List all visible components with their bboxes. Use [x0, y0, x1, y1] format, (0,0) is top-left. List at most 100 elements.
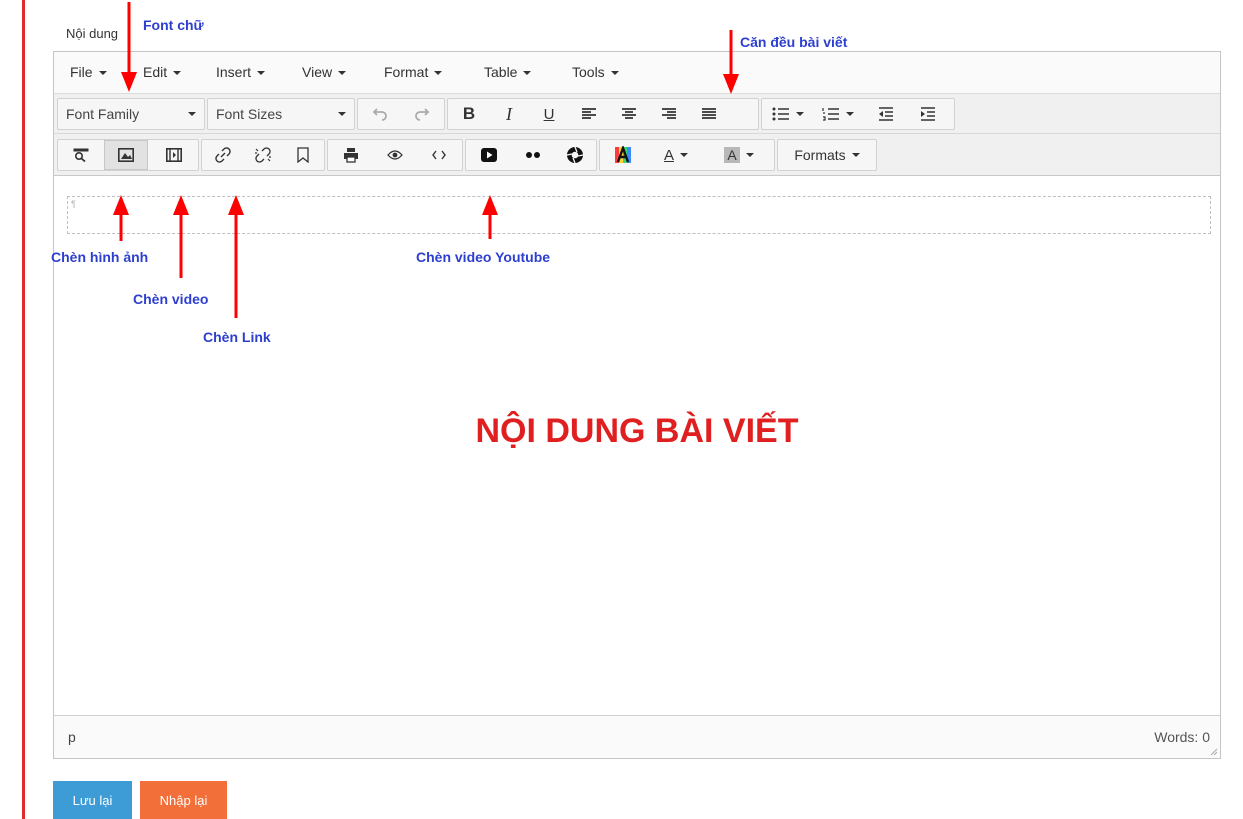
menu-tools[interactable]: Tools	[572, 64, 619, 80]
menu-table[interactable]: Table	[484, 64, 532, 80]
paragraph-mark-icon: ¶	[71, 199, 76, 209]
insert-youtube-button[interactable]	[468, 140, 510, 170]
remove-link-button[interactable]	[244, 140, 282, 170]
chevron-down-icon	[338, 112, 346, 116]
bullet-list-icon	[772, 107, 789, 121]
insert-link-button[interactable]	[204, 140, 242, 170]
align-justify-icon	[702, 108, 716, 119]
element-path[interactable]: p	[68, 729, 76, 745]
menu-file[interactable]: File	[70, 64, 107, 80]
chevron-down-icon	[846, 112, 854, 116]
chevron-down-icon	[523, 71, 532, 76]
chevron-down-icon	[98, 71, 107, 76]
word-count: Words: 0	[1154, 729, 1210, 745]
align-right-icon	[662, 108, 676, 119]
link-icon	[215, 147, 231, 163]
editor-statusbar: p Words: 0	[54, 715, 1220, 758]
view-group	[327, 139, 463, 171]
preview-eye-button[interactable]	[374, 140, 416, 170]
chevron-down-icon	[610, 71, 619, 76]
formats-dropdown[interactable]: Formats	[778, 140, 876, 170]
print-icon	[344, 148, 358, 163]
menu-insert[interactable]: Insert	[216, 64, 266, 80]
bold-button[interactable]: B	[450, 99, 488, 129]
source-code-button[interactable]	[418, 140, 460, 170]
undo-icon	[372, 108, 387, 121]
body-text: NỘI DUNG BÀI VIẾT	[475, 412, 799, 450]
editor-toolbar-primary: Font Family Font Sizes B I U	[54, 94, 1220, 134]
background-color-icon: A	[724, 147, 740, 163]
flickr-icon	[526, 152, 540, 158]
insert-image-button[interactable]	[104, 140, 148, 170]
annotation-image: Chèn hình ảnh	[51, 249, 149, 265]
chevron-down-icon	[338, 71, 347, 76]
align-justify-button[interactable]	[690, 99, 728, 129]
redo-button[interactable]	[402, 99, 442, 129]
font-sizes-select[interactable]: Font Sizes	[208, 99, 354, 129]
print-button[interactable]	[330, 140, 372, 170]
save-button[interactable]: Lưu lại	[53, 781, 132, 819]
rainbow-a-icon	[615, 146, 631, 163]
annotation-youtube: Chèn video Youtube	[416, 249, 551, 265]
align-left-icon	[582, 108, 596, 119]
chevron-down-icon	[434, 71, 443, 76]
numbered-list-icon	[822, 108, 839, 121]
editor-toolbar-secondary: A A Formats	[54, 134, 1220, 176]
media-group	[57, 139, 199, 171]
editor-content-area[interactable]: ¶ NỘI DUNG BÀI VIẾT	[54, 176, 1220, 716]
font-family-group: Font Family	[57, 98, 205, 130]
rich-text-editor: File Edit Insert View Format Table Tools…	[53, 51, 1221, 759]
content-field-label: Nội dung	[66, 26, 119, 41]
outdent-button[interactable]	[866, 99, 906, 129]
insert-video-button[interactable]	[152, 140, 196, 170]
search-icon	[73, 148, 89, 162]
youtube-icon	[481, 148, 497, 162]
history-group	[357, 98, 445, 130]
annotation-link: Chèn Link	[203, 329, 271, 345]
italic-button[interactable]: I	[490, 99, 528, 129]
menu-view[interactable]: View	[302, 64, 347, 80]
underline-button[interactable]: U	[530, 99, 568, 129]
image-icon	[118, 148, 134, 162]
film-icon	[166, 148, 182, 162]
background-color-button[interactable]: A	[708, 140, 770, 170]
redo-icon	[415, 108, 430, 121]
font-sizes-group: Font Sizes	[207, 98, 355, 130]
resize-handle-icon[interactable]	[1210, 748, 1218, 756]
reset-button[interactable]: Nhập lại	[140, 781, 227, 819]
gallery-button[interactable]	[554, 140, 596, 170]
text-color-button[interactable]: A	[646, 140, 706, 170]
empty-paragraph-placeholder[interactable]: ¶	[67, 196, 1211, 234]
align-right-button[interactable]	[650, 99, 688, 129]
numbered-list-button[interactable]	[814, 99, 862, 129]
eye-icon	[387, 150, 403, 160]
align-center-icon	[622, 108, 636, 119]
align-left-button[interactable]	[570, 99, 608, 129]
flickr-button[interactable]	[512, 140, 554, 170]
code-icon	[432, 150, 446, 160]
bullet-list-button[interactable]	[764, 99, 812, 129]
formats-group: Formats	[777, 139, 877, 171]
anchor-button[interactable]	[284, 140, 322, 170]
link-group	[201, 139, 325, 171]
indent-button[interactable]	[908, 99, 948, 129]
indent-icon	[921, 107, 935, 121]
menu-format[interactable]: Format	[384, 64, 443, 80]
undo-button[interactable]	[360, 99, 400, 129]
font-family-select[interactable]: Font Family	[58, 99, 204, 129]
text-color-icon: A	[663, 146, 674, 164]
annotation-video: Chèn video	[133, 291, 209, 307]
chevron-down-icon	[257, 71, 266, 76]
menu-edit[interactable]: Edit	[143, 64, 182, 80]
color-group: A A	[599, 139, 775, 171]
preview-button[interactable]	[60, 140, 102, 170]
editor-menubar: File Edit Insert View Format Table Tools	[54, 52, 1220, 94]
text-effect-button[interactable]	[602, 140, 644, 170]
list-indent-group	[761, 98, 955, 130]
align-center-button[interactable]	[610, 99, 648, 129]
annotation-font: Font chữ	[143, 17, 204, 33]
chevron-down-icon	[745, 153, 754, 157]
chevron-down-icon	[173, 71, 182, 76]
format-align-group: B I U	[447, 98, 759, 130]
bookmark-icon	[297, 147, 309, 163]
